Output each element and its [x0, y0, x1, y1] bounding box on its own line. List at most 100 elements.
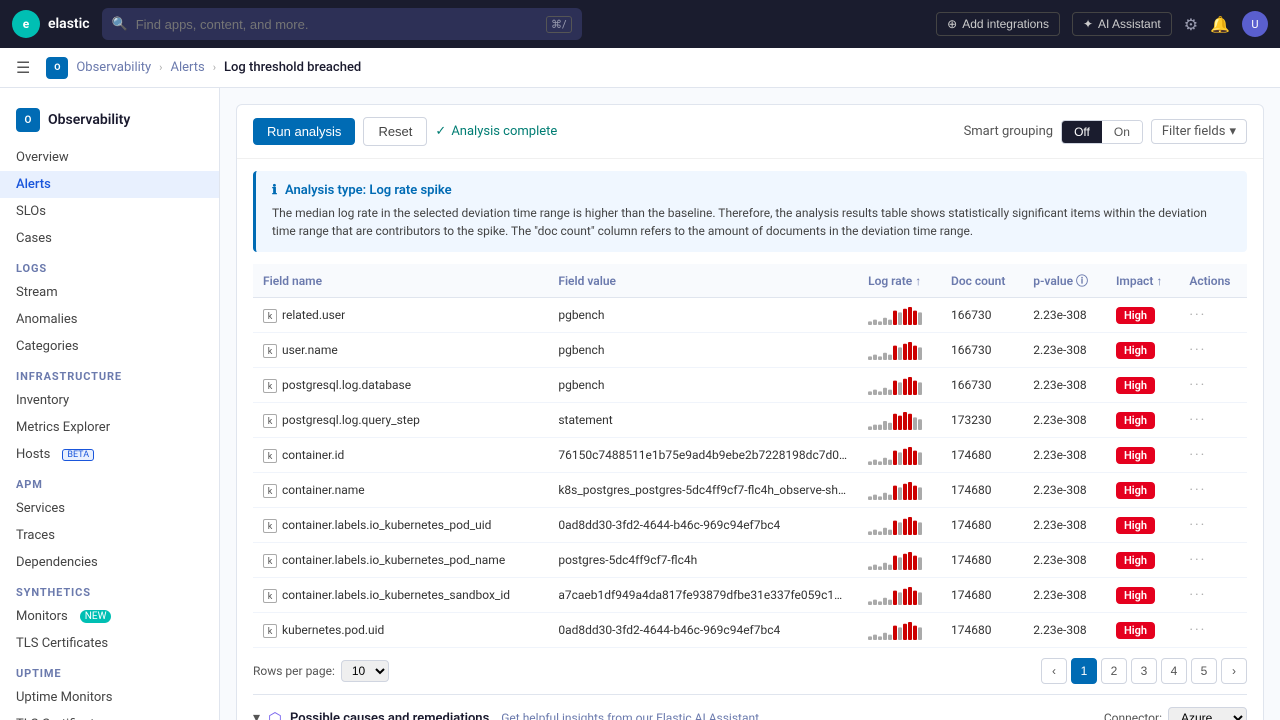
actions-menu-icon[interactable]: ···: [1189, 342, 1206, 358]
actions-menu-icon[interactable]: ···: [1189, 587, 1206, 603]
cell-actions[interactable]: ···: [1179, 298, 1247, 333]
sidebar-item-tls-certificates[interactable]: TLS Certificates: [0, 630, 219, 657]
cell-p-value: 2.23e-308: [1023, 368, 1106, 403]
settings-icon[interactable]: ⚙: [1184, 15, 1198, 34]
filter-fields-button[interactable]: Filter fields ▾: [1151, 119, 1247, 144]
page-prev-button[interactable]: ‹: [1041, 658, 1067, 684]
log-rate-sort-icon[interactable]: ↑: [915, 274, 921, 288]
connector-label: Connector:: [1104, 711, 1162, 720]
cell-field-value: pgbench: [548, 333, 858, 368]
causes-toggle-icon[interactable]: ▾: [253, 710, 260, 720]
page-next-button[interactable]: ›: [1221, 658, 1247, 684]
impact-sort-icon[interactable]: ↑: [1156, 274, 1162, 288]
actions-menu-icon[interactable]: ···: [1189, 517, 1206, 533]
sidebar-item-anomalies[interactable]: Anomalies: [0, 306, 219, 333]
col-doc-count: Doc count: [941, 264, 1023, 298]
plus-icon: ⊕: [947, 17, 957, 31]
breadcrumb-observability[interactable]: Observability: [76, 60, 151, 75]
sidebar-item-services[interactable]: Services: [0, 495, 219, 522]
cell-actions[interactable]: ···: [1179, 333, 1247, 368]
smart-grouping-off[interactable]: Off: [1062, 121, 1102, 143]
cell-field-name: kcontainer.labels.io_kubernetes_pod_uid: [253, 508, 548, 543]
cell-log-rate: [858, 543, 941, 578]
col-p-value: p-value ⓘ: [1023, 264, 1106, 298]
cell-field-value: 0ad8dd30-3fd2-4644-b46c-969c94ef7bc4: [548, 508, 858, 543]
user-avatar[interactable]: U: [1242, 11, 1268, 37]
page-4-button[interactable]: 4: [1161, 658, 1187, 684]
sidebar-item-metrics-explorer[interactable]: Metrics Explorer: [0, 414, 219, 441]
reset-button[interactable]: Reset: [363, 117, 427, 146]
cell-actions[interactable]: ···: [1179, 473, 1247, 508]
sidebar-section-uptime: Uptime: [0, 657, 219, 684]
sidebar-item-label: Monitors: [16, 609, 68, 624]
cell-impact: High: [1106, 368, 1179, 403]
page-5-button[interactable]: 5: [1191, 658, 1217, 684]
page-controls: ‹ 1 2 3 4 5 ›: [1041, 658, 1247, 684]
search-shortcut: ⌘/: [546, 16, 572, 33]
cell-field-name: kpostgresql.log.query_step: [253, 403, 548, 438]
p-value-info-icon[interactable]: ⓘ: [1076, 274, 1088, 288]
actions-menu-icon[interactable]: ···: [1189, 412, 1206, 428]
impact-badge: High: [1116, 307, 1155, 324]
sidebar-item-uptime-monitors[interactable]: Uptime Monitors: [0, 684, 219, 711]
rows-per-page-select[interactable]: 10 25 50: [341, 660, 389, 682]
causes-lightbulb-icon: ⬡: [268, 709, 282, 720]
cell-actions[interactable]: ···: [1179, 578, 1247, 613]
sidebar-item-inventory[interactable]: Inventory: [0, 387, 219, 414]
field-type-icon: k: [263, 414, 277, 428]
cell-impact: High: [1106, 508, 1179, 543]
page-3-button[interactable]: 3: [1131, 658, 1157, 684]
sidebar-item-traces[interactable]: Traces: [0, 522, 219, 549]
cell-log-rate: [858, 578, 941, 613]
menu-icon[interactable]: ☰: [16, 58, 30, 77]
sidebar-item-cases[interactable]: Cases: [0, 225, 219, 252]
main-content: Run analysis Reset ✓ Analysis complete S…: [220, 88, 1280, 720]
sidebar-item-hosts[interactable]: Hosts BETA: [0, 441, 219, 468]
cell-actions[interactable]: ···: [1179, 543, 1247, 578]
actions-menu-icon[interactable]: ···: [1189, 447, 1206, 463]
actions-menu-icon[interactable]: ···: [1189, 377, 1206, 393]
cell-actions[interactable]: ···: [1179, 368, 1247, 403]
sidebar-item-tls-certs[interactable]: TLS Certificates: [0, 711, 219, 720]
smart-grouping-on[interactable]: On: [1102, 121, 1142, 143]
cell-actions[interactable]: ···: [1179, 438, 1247, 473]
impact-badge: High: [1116, 342, 1155, 359]
cell-log-rate: [858, 333, 941, 368]
actions-menu-icon[interactable]: ···: [1189, 307, 1206, 323]
sidebar-item-dependencies[interactable]: Dependencies: [0, 549, 219, 576]
cell-field-name: kuser.name: [253, 333, 548, 368]
table-row: kcontainer.name k8s_postgres_postgres-5d…: [253, 473, 1247, 508]
analysis-table-wrap: Field name Field value Log rate ↑ Doc co…: [237, 264, 1263, 648]
cell-actions[interactable]: ···: [1179, 613, 1247, 648]
table-row: krelated.user pgbench 166730 2.23e-308 H…: [253, 298, 1247, 333]
actions-menu-icon[interactable]: ···: [1189, 552, 1206, 568]
app-icon: O: [46, 57, 68, 79]
page-2-button[interactable]: 2: [1101, 658, 1127, 684]
sidebar-item-overview[interactable]: Overview: [0, 144, 219, 171]
page-1-button[interactable]: 1: [1071, 658, 1097, 684]
search-input[interactable]: [136, 17, 538, 32]
run-analysis-button[interactable]: Run analysis: [253, 118, 355, 145]
add-integrations-button[interactable]: ⊕ Add integrations: [936, 12, 1060, 36]
actions-menu-icon[interactable]: ···: [1189, 622, 1206, 638]
sidebar-item-monitors[interactable]: Monitors NEW: [0, 603, 219, 630]
col-impact: Impact ↑: [1106, 264, 1179, 298]
sidebar-item-stream[interactable]: Stream: [0, 279, 219, 306]
elastic-logo[interactable]: e: [12, 10, 40, 38]
ai-assistant-button[interactable]: ✦ AI Assistant: [1072, 12, 1172, 36]
notifications-icon[interactable]: 🔔: [1210, 15, 1230, 34]
actions-menu-icon[interactable]: ···: [1189, 482, 1206, 498]
sidebar-header: O Observability: [0, 100, 219, 144]
cell-actions[interactable]: ···: [1179, 508, 1247, 543]
sidebar-item-alerts[interactable]: Alerts: [0, 171, 219, 198]
cell-field-name: kcontainer.id: [253, 438, 548, 473]
connector-select[interactable]: Azure OpenAI: [1168, 707, 1247, 720]
cell-actions[interactable]: ···: [1179, 403, 1247, 438]
table-row: kcontainer.labels.io_kubernetes_sandbox_…: [253, 578, 1247, 613]
search-bar[interactable]: 🔍 ⌘/: [102, 8, 582, 40]
sidebar-item-slos[interactable]: SLOs: [0, 198, 219, 225]
breadcrumb-alerts[interactable]: Alerts: [170, 60, 204, 75]
sidebar-item-label: Traces: [16, 528, 55, 543]
sidebar-item-categories[interactable]: Categories: [0, 333, 219, 360]
smart-grouping-toggle[interactable]: Off On: [1061, 120, 1143, 144]
